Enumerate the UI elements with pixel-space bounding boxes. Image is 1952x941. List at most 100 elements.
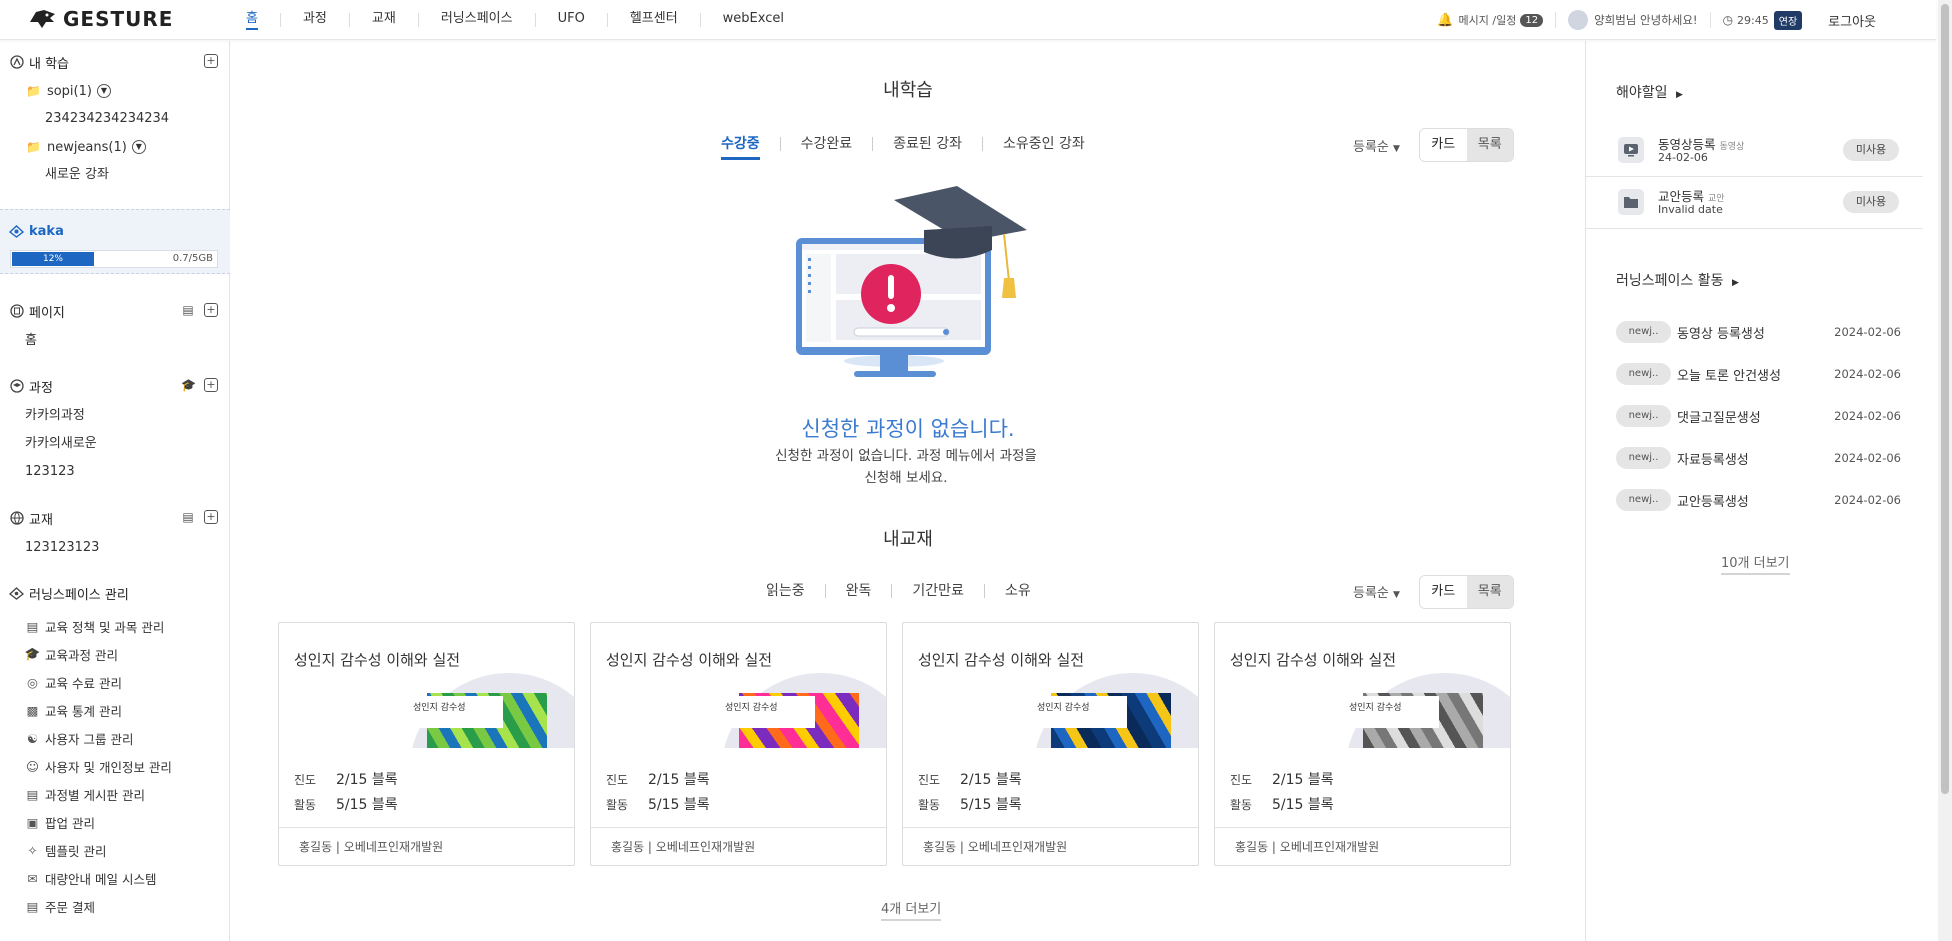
manage-item-privacy[interactable]: ☺ 사용자 및 개인정보 관리 [0, 752, 230, 780]
textbook-item[interactable]: 123123123 [0, 534, 230, 562]
activity-item[interactable]: newj.. 자료등록생성 2024-02-06 [1616, 446, 1901, 470]
add-course-button[interactable]: + [204, 378, 218, 392]
manage-item-templates[interactable]: ✧ 템플릿 관리 [0, 836, 230, 864]
activity-item[interactable]: newj.. 오늘 토론 안건생성 2024-02-06 [1616, 362, 1901, 386]
textbooks-header[interactable]: 교재 ▤ + [0, 507, 230, 529]
pages-header[interactable]: 페이지 ▤ + [0, 300, 230, 322]
manage-item-mail[interactable]: ✉ 대량안내 메일 시스템 [0, 864, 230, 892]
gesture-logo[interactable]: GESTURE [28, 7, 173, 31]
nav-home[interactable]: 홈 [224, 0, 280, 40]
nav-textbooks[interactable]: 교재 [350, 0, 418, 40]
card-view-button[interactable]: 카드 [1420, 576, 1467, 608]
tab-expired[interactable]: 기간만료 [892, 581, 984, 601]
manage-item-user-groups[interactable]: ☯ 사용자 그룹 관리 [0, 724, 230, 752]
textbook-card[interactable]: 성인지 감수성 이해와 실전 성인지 감수성 진도 2/15 블록 활동 5/15 … [590, 622, 887, 866]
manage-item-policy[interactable]: ▤ 교육 정책 및 과목 관리 [0, 612, 230, 640]
activity-title: 러닝스페이스 활동 [1616, 273, 1724, 289]
folder-newjeans[interactable]: 📁 newjeans(1) ▼ [0, 133, 230, 161]
avatar[interactable] [1568, 10, 1589, 30]
manage-item-completion[interactable]: ◎ 교육 수료 관리 [0, 668, 230, 696]
payment-icon: ▤ [26, 898, 39, 914]
page-scrollbar[interactable] [1938, 0, 1952, 941]
tab-finished[interactable]: 완독 [826, 581, 892, 601]
todo-item[interactable]: 교안등록 교안 Invalid date 미사용 [1586, 176, 1923, 228]
chevron-down-icon[interactable]: ▼ [131, 140, 146, 154]
logout-link[interactable]: 로그아웃 [1828, 11, 1876, 30]
graduation-cap-icon[interactable]: 🎓 [181, 378, 196, 392]
learning-sort-dropdown[interactable]: 등록순 ▼ [1353, 136, 1400, 155]
manage-item-boards[interactable]: ▤ 과정별 게시판 관리 [0, 780, 230, 808]
textbook-sort-dropdown[interactable]: 등록순 ▼ [1353, 582, 1400, 601]
todo-header[interactable]: 해야할일 ▶ [1616, 82, 1683, 102]
messages-link[interactable]: 메시지 /일정 [1459, 12, 1517, 28]
bell-icon[interactable]: 🔔 [1437, 13, 1453, 28]
page-settings-icon[interactable]: ▤ [181, 303, 195, 317]
page-item[interactable]: 홈 [0, 327, 230, 355]
activity-item[interactable]: newj.. 댓글고질문생성 2024-02-06 [1616, 404, 1901, 428]
tab-reading[interactable]: 읽는중 [746, 581, 825, 601]
folder-item[interactable]: 새로운 강좌 [0, 161, 230, 189]
show-more-activities-button[interactable]: 10개 더보기 [1721, 552, 1790, 575]
textbook-card-list: 성인지 감수성 이해와 실전 성인지 감수성 진도 2/15 블록 활동 5/15 … [278, 622, 1511, 866]
card-view-button[interactable]: 카드 [1420, 129, 1467, 161]
folder-name: sopi(1) [46, 83, 92, 99]
courses-header[interactable]: 과정 🎓 + [0, 375, 230, 397]
progress-label: 진도 [294, 773, 317, 787]
textbook-card[interactable]: 성인지 감수성 이해와 실전 성인지 감수성 진도 2/15 블록 활동 5/15 … [278, 622, 575, 866]
folder-sopi[interactable]: 📁 sopi(1) ▼ [0, 77, 230, 105]
list-view-button[interactable]: 목록 [1466, 129, 1513, 161]
add-page-button[interactable]: + [204, 303, 218, 317]
add-folder-button[interactable]: + [204, 54, 218, 68]
nav-ufo[interactable]: UFO [536, 0, 607, 40]
textbook-card[interactable]: 성인지 감수성 이해와 실전 성인지 감수성 진도 2/15 블록 활동 5/15 … [1214, 622, 1511, 866]
activity-name: 자료등록생성 [1677, 452, 1749, 468]
todo-item[interactable]: 동영상등록 동영상 24-02-06 미사용 [1586, 124, 1923, 176]
nav-courses[interactable]: 과정 [281, 0, 349, 40]
tab-ended[interactable]: 종료된 강좌 [873, 134, 982, 154]
activity-date: 2024-02-06 [1834, 409, 1901, 423]
extend-session-button[interactable]: 연장 [1773, 10, 1803, 30]
activity-label: 활동 [294, 798, 317, 812]
tab-owned-textbooks[interactable]: 소유 [985, 581, 1051, 601]
my-learning-header[interactable]: 내 학습 + [0, 51, 230, 73]
manage-item-popup[interactable]: ▣ 팝업 관리 [0, 808, 230, 836]
space-icon [9, 224, 24, 239]
folder-item[interactable]: 234234234234234 [0, 105, 230, 133]
progress-value: 2/15 블록 [648, 772, 710, 788]
card-cover: 성인지 감수성 [389, 673, 574, 748]
add-textbook-button[interactable]: + [204, 510, 218, 524]
activity-name: 교안등록생성 [1677, 494, 1749, 510]
chevron-down-icon[interactable]: ▼ [96, 84, 111, 98]
storage-usage-fill: 12% [12, 252, 94, 266]
activity-item[interactable]: newj.. 동영상 등록생성 2024-02-06 [1616, 320, 1901, 344]
nav-webexcel[interactable]: webExcel [701, 0, 806, 40]
manage-item-curriculum[interactable]: 🎓 교육과정 관리 [0, 640, 230, 668]
courses-title: 과정 [29, 380, 53, 396]
manage-item-payment[interactable]: ▤ 주문 결제 [0, 892, 230, 920]
nav-learning-space[interactable]: 러닝스페이스 [419, 0, 535, 40]
course-item[interactable]: 카카의과정 [0, 402, 230, 430]
activity-item[interactable]: newj.. 교안등록생성 2024-02-06 [1616, 488, 1901, 512]
list-view-button[interactable]: 목록 [1466, 576, 1513, 608]
textbook-card[interactable]: 성인지 감수성 이해와 실전 성인지 감수성 진도 2/15 블록 활동 5/15 … [902, 622, 1199, 866]
progress-value: 2/15 블록 [336, 772, 398, 788]
todo-status-badge[interactable]: 미사용 [1843, 191, 1899, 213]
textbook-settings-icon[interactable]: ▤ [181, 510, 195, 524]
course-item[interactable]: 카카의새로운 [0, 430, 230, 458]
show-more-textbooks-button[interactable]: 4개 더보기 [881, 898, 942, 921]
todo-status-badge[interactable]: 미사용 [1843, 139, 1899, 161]
learning-tabs: 수강중 수강완료 종료된 강좌 소유중인 강좌 [701, 134, 1105, 160]
tab-owned[interactable]: 소유중인 강좌 [983, 134, 1105, 154]
activity-header[interactable]: 러닝스페이스 활동 ▶ [1616, 270, 1739, 290]
tab-in-progress[interactable]: 수강중 [701, 134, 780, 160]
manage-item-statistics[interactable]: ▩ 교육 통계 관리 [0, 696, 230, 724]
tab-completed[interactable]: 수강완료 [781, 134, 873, 154]
card-progress: 진도 2/15 블록 활동 5/15 블록 [918, 768, 1022, 818]
scrollbar-thumb[interactable] [1941, 4, 1949, 794]
activity-value: 5/15 블록 [1272, 797, 1334, 813]
card-cover: 성인지 감수성 [1013, 673, 1198, 748]
manage-header[interactable]: 러닝스페이스 관리 [0, 582, 230, 604]
space-header[interactable]: kaka [0, 220, 230, 242]
course-item[interactable]: 123123 [0, 458, 230, 486]
nav-help-center[interactable]: 헬프센터 [608, 0, 700, 40]
